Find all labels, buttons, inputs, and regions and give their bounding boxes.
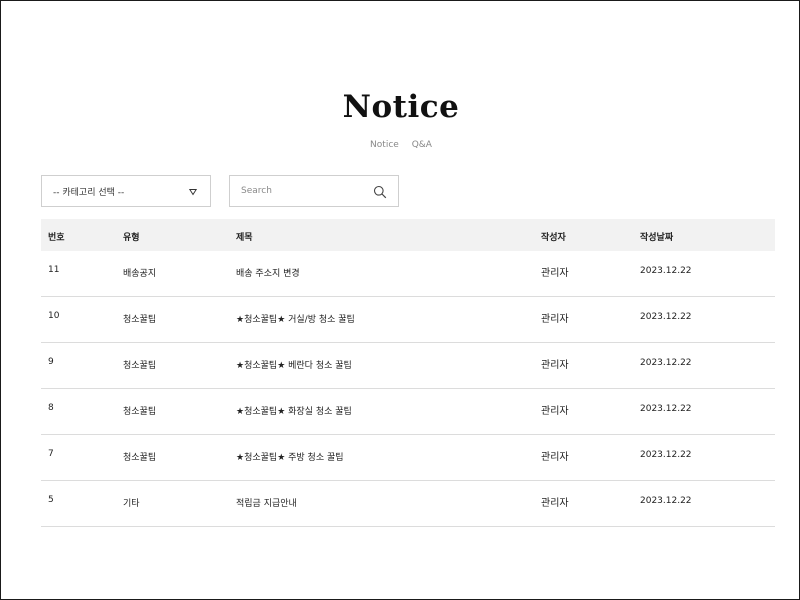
row-date: 2023.12.22 [640, 312, 692, 322]
row-title-link[interactable]: ★청소꿀팁★ 베란다 청소 꿀팁 [236, 358, 352, 371]
subnav-qna-link[interactable]: Q&A [412, 140, 432, 150]
row-type: 청소꿀팁 [123, 453, 157, 463]
table-row[interactable]: 7 청소꿀팁 ★청소꿀팁★ 주방 청소 꿀팁 관리자 2023.12.22 [41, 435, 775, 481]
header-type: 유형 [123, 233, 140, 243]
row-title-link[interactable]: 배송 주소지 변경 [236, 266, 300, 279]
row-no: 8 [48, 403, 54, 413]
page-frame: Notice Notice Q&A -- 카테고리 선택 -- 번호 유형 제목… [0, 0, 800, 600]
row-type: 청소꿀팁 [123, 407, 157, 417]
row-author: 관리자 [541, 360, 569, 371]
table-row[interactable]: 11 배송공지 배송 주소지 변경 관리자 2023.12.22 [41, 251, 775, 297]
row-author: 관리자 [541, 268, 569, 279]
header-title: 제목 [236, 233, 253, 243]
table-row[interactable]: 10 청소꿀팁 ★청소꿀팁★ 거실/방 청소 꿀팁 관리자 2023.12.22 [41, 297, 775, 343]
row-no: 9 [48, 357, 54, 367]
category-select-label: -- 카테고리 선택 -- [53, 188, 125, 198]
row-date: 2023.12.22 [640, 450, 692, 460]
chevron-down-icon [189, 189, 197, 196]
row-title-link[interactable]: ★청소꿀팁★ 화장실 청소 꿀팁 [236, 404, 352, 417]
search-box [229, 175, 399, 207]
row-title-link[interactable]: ★청소꿀팁★ 거실/방 청소 꿀팁 [236, 312, 355, 325]
search-input[interactable] [241, 182, 361, 200]
row-author: 관리자 [541, 314, 569, 325]
page-title: Notice [342, 89, 460, 125]
row-type: 청소꿀팁 [123, 361, 157, 371]
row-date: 2023.12.22 [640, 404, 692, 414]
row-date: 2023.12.22 [640, 496, 692, 506]
row-title-link[interactable]: ★청소꿀팁★ 주방 청소 꿀팁 [236, 450, 344, 463]
row-date: 2023.12.22 [640, 358, 692, 368]
table-row[interactable]: 9 청소꿀팁 ★청소꿀팁★ 베란다 청소 꿀팁 관리자 2023.12.22 [41, 343, 775, 389]
board-subnav: Notice Q&A [1, 140, 800, 150]
category-select[interactable]: -- 카테고리 선택 -- [41, 175, 211, 207]
row-type: 배송공지 [123, 269, 157, 279]
header-date: 작성날짜 [640, 233, 674, 243]
row-date: 2023.12.22 [640, 266, 692, 276]
table-row[interactable]: 8 청소꿀팁 ★청소꿀팁★ 화장실 청소 꿀팁 관리자 2023.12.22 [41, 389, 775, 435]
row-no: 11 [48, 265, 60, 275]
header-no: 번호 [48, 233, 65, 243]
row-title-link[interactable]: 적립금 지급안내 [236, 496, 297, 509]
row-author: 관리자 [541, 452, 569, 463]
notice-table: 번호 유형 제목 작성자 작성날짜 11 배송공지 배송 주소지 변경 관리자 … [41, 219, 775, 527]
table-header: 번호 유형 제목 작성자 작성날짜 [41, 219, 775, 251]
table-row[interactable]: 5 기타 적립금 지급안내 관리자 2023.12.22 [41, 481, 775, 527]
subnav-notice-link[interactable]: Notice [370, 140, 399, 150]
header-author: 작성자 [541, 233, 566, 243]
row-author: 관리자 [541, 406, 569, 417]
row-no: 10 [48, 311, 60, 321]
search-icon[interactable] [373, 185, 387, 199]
row-no: 5 [48, 495, 54, 505]
row-type: 기타 [123, 499, 140, 509]
row-no: 7 [48, 449, 54, 459]
row-type: 청소꿀팁 [123, 315, 157, 325]
row-author: 관리자 [541, 498, 569, 509]
